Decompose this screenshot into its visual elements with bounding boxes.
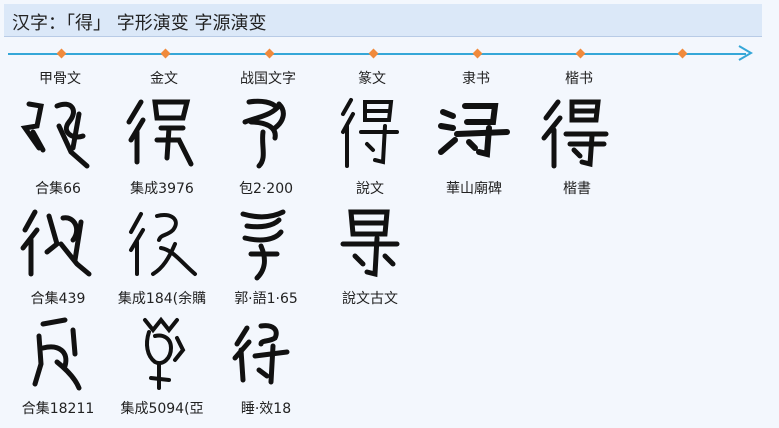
glyph-caption[interactable]: 楷書 <box>522 178 632 198</box>
glyph-caption[interactable]: 包2·200 <box>211 178 321 198</box>
bronze-de-glyph <box>117 92 207 172</box>
seal-ancient-de-glyph <box>325 204 415 284</box>
timeline-marker <box>160 48 171 59</box>
era-label-seal[interactable]: 篆文 <box>322 68 422 88</box>
era-label-regular[interactable]: 楷书 <box>529 68 629 88</box>
bronze-de-glyph <box>117 204 207 284</box>
timeline-marker <box>56 48 67 59</box>
timeline-marker <box>575 48 586 59</box>
page-title: 汉字：「得」 字形演变 字源演变 <box>12 13 267 34</box>
oracle-bone-de-glyph <box>13 204 103 284</box>
era-label-clerical[interactable]: 隶书 <box>426 68 526 88</box>
glyph-caption[interactable]: 郭·語1·65 <box>211 288 321 308</box>
clerical-de-glyph <box>429 92 519 172</box>
era-label-oracle[interactable]: 甲骨文 <box>10 68 110 88</box>
qin-bamboo-de-glyph <box>221 314 311 394</box>
timeline-marker <box>368 48 379 59</box>
glyph-caption[interactable]: 集成184(余贎 <box>107 288 217 308</box>
warring-states-de-glyph <box>221 92 311 172</box>
glyph-caption[interactable]: 合集66 <box>3 178 113 198</box>
glyph-caption[interactable]: 華山廟碑 <box>419 178 529 198</box>
timeline-marker <box>677 48 688 59</box>
oracle-bone-de-glyph <box>13 92 103 172</box>
timeline-marker <box>264 48 275 59</box>
header-bar: 汉字：「得」 字形演变 字源演变 <box>4 4 762 37</box>
glyph-caption[interactable]: 說文 <box>315 178 425 198</box>
seal-de-glyph <box>325 92 415 172</box>
era-label-warring-states[interactable]: 战国文字 <box>218 68 318 88</box>
glyph-caption[interactable]: 集成5094(亞 <box>107 398 217 418</box>
timeline-marker <box>472 48 483 59</box>
oracle-bone-de-glyph <box>13 314 103 394</box>
glyph-caption[interactable]: 合集439 <box>3 288 113 308</box>
era-label-bronze[interactable]: 金文 <box>114 68 214 88</box>
glyph-caption[interactable]: 說文古文 <box>315 288 425 308</box>
glyph-caption[interactable]: 睡·效18 <box>211 398 321 418</box>
glyph-caption[interactable]: 集成3976 <box>107 178 217 198</box>
regular-de-glyph <box>532 92 622 172</box>
warring-states-de-glyph <box>221 204 311 284</box>
glyph-caption[interactable]: 合集18211 <box>3 398 113 418</box>
timeline-arrow-icon <box>738 45 753 61</box>
bronze-de-glyph <box>117 314 207 394</box>
